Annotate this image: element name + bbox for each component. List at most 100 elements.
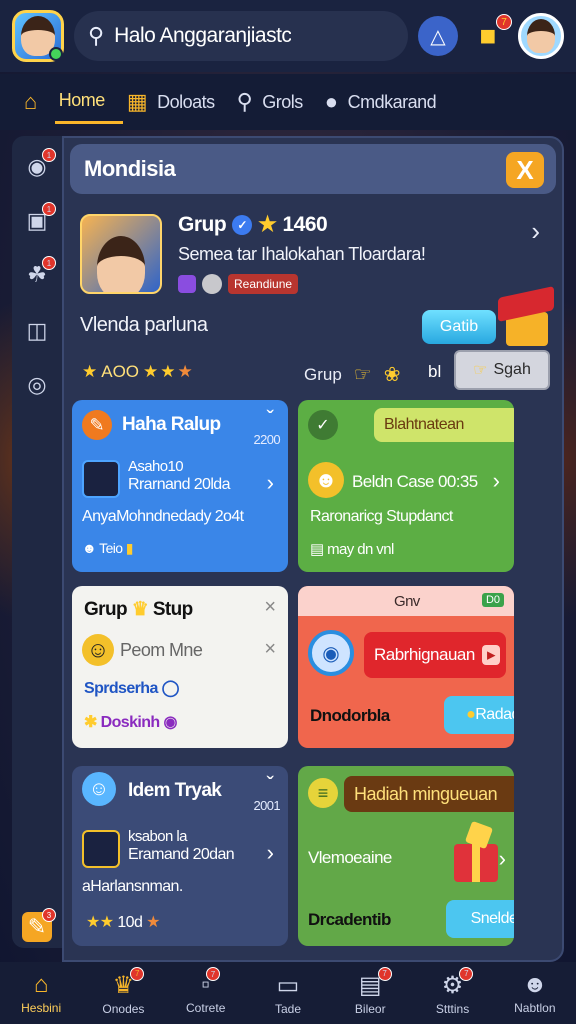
nav-nabtlon[interactable]: ☻ Nabtlon	[503, 971, 567, 1015]
nav-label: Stttins	[435, 1001, 470, 1016]
card-desc: aHarlansnman.	[82, 878, 183, 895]
close-icon[interactable]: ×	[264, 596, 276, 619]
close-icon[interactable]: ×	[264, 638, 276, 661]
nav-bileor[interactable]: ▤ 7 Bileor	[338, 966, 402, 1016]
chevron-right-icon[interactable]: ›	[267, 470, 274, 496]
nav-label: Nabtlon	[514, 1001, 556, 1015]
profile-avatar[interactable]	[518, 13, 564, 59]
red-card-button[interactable]: ● Radad	[444, 696, 514, 734]
card-line2: Eramand 20dan	[128, 846, 235, 863]
chevron-down-icon[interactable]: ˇ	[267, 406, 274, 432]
chevron-right-icon[interactable]: ›	[493, 468, 500, 494]
tab-doloats[interactable]: ▦ Doloats	[123, 80, 233, 124]
card-title-row: Grup ♛ Stup	[84, 598, 193, 621]
search-bar[interactable]: ⚲ Halo Anggaranjiastc	[74, 11, 408, 61]
star-icon: ★★	[86, 914, 118, 931]
close-button[interactable]: X	[506, 152, 544, 188]
nav-tade[interactable]: ▭ Tade	[256, 971, 320, 1016]
sidebar-badge: 1	[42, 256, 56, 270]
nav-label: Bileor	[354, 1001, 386, 1016]
home-icon: ⌂	[33, 971, 49, 998]
hand-icon: ☞	[473, 362, 488, 379]
sidebar-item-camera[interactable]: ◉ 1	[22, 148, 56, 182]
chevron-down-icon[interactable]: ˇ	[267, 772, 274, 798]
chevron-right-icon[interactable]: ›	[499, 846, 506, 872]
card-beldn-case[interactable]: ✓ Blahtnatean› ☻ Beldn Case 00:35 › Raro…	[298, 400, 514, 572]
sidebar-badge: 1	[42, 202, 56, 216]
red-pill-button[interactable]: Rabrhignauan ▸	[364, 632, 506, 678]
green-pill[interactable]: Blahtnatean›	[374, 408, 514, 442]
nav-onodes[interactable]: ♛ 7 Onodes	[91, 966, 155, 1016]
red-tag[interactable]: Reandiune	[228, 274, 299, 294]
verified-icon: ✓	[232, 214, 253, 235]
nav-badge: 7	[459, 966, 474, 981]
chat-icon: ▫ 7	[201, 967, 220, 999]
card-line1: Asaho10	[128, 458, 184, 475]
seg-label: bl	[428, 362, 442, 381]
sidebar-item-folder[interactable]: ▣ 1	[22, 202, 56, 236]
card-haha-ralup[interactable]: ✎ Haha Ralup ˇ 2200 Asaho10 Rrarnand 20l…	[72, 400, 288, 572]
group-name: Grup	[178, 212, 227, 236]
chevron-right-icon[interactable]: ›	[531, 216, 540, 247]
pill-label: Rabrhignauan	[374, 645, 475, 664]
sidebar-item-trash[interactable]: ◫	[22, 316, 52, 346]
bag-icon: ▦	[126, 89, 148, 114]
star-icon: ★	[143, 362, 159, 381]
hadiah-pill[interactable]: Hadiah mingueuan›	[344, 776, 514, 812]
card-rabrhignauan[interactable]: Gnv D0 ◉ Rabrhignauan ▸ Dnodorbla ● Radad	[298, 586, 514, 748]
card-foot: ▤ may dn vnl	[310, 540, 394, 558]
tablet-icon: ▭	[276, 971, 300, 999]
group-name-row: Grup ✓ ★ 1460	[178, 212, 328, 237]
card-foot: ☻ Teio ▮	[82, 540, 133, 557]
rating-row: ★ AOO ★ ★ ★	[82, 362, 193, 382]
card-link1[interactable]: Sprdserha ◯	[84, 678, 180, 698]
user-avatar[interactable]	[12, 10, 64, 62]
trash-icon: ◫	[26, 318, 48, 343]
tab-label: Home	[58, 90, 106, 110]
rating-num: AOO	[101, 362, 140, 381]
gift-icon: ■	[479, 20, 497, 51]
nav-stttins[interactable]: ⚙ 7 Stttins	[421, 966, 485, 1016]
tab-cmdkarand[interactable]: ● Cmdkarand	[321, 80, 454, 124]
search-text[interactable]: Halo Anggaranjiastc	[114, 24, 291, 48]
card-foot-icon: ☻	[82, 540, 100, 556]
card-grup-stup[interactable]: Grup ♛ Stup × ☺ Peom Mne × Sprdserha ◯ ✱…	[72, 586, 288, 748]
promo-text: Vlenda parluna	[80, 314, 208, 336]
nav-cotrete[interactable]: ▫ 7 Cotrete	[174, 967, 238, 1015]
pill-label: Hadiah mingueuan	[354, 783, 498, 804]
card-foot-label: Teio	[99, 540, 123, 556]
smile-icon: ☺	[82, 634, 114, 666]
card-idem-tryak[interactable]: ☺ Idem Tryak ˇ 2001 ksabon la Eramand 20…	[72, 766, 288, 946]
gift-button[interactable]: ■ 7	[468, 14, 512, 56]
sidebar-item-edit[interactable]: ✎ 3	[22, 908, 56, 942]
card-hadiah[interactable]: ≡ Hadiah mingueuan› Vlemoeaine › Drcaden…	[298, 766, 514, 946]
app-icon	[82, 460, 120, 498]
link1-label: Sprdserha	[84, 680, 158, 697]
lime-card-button[interactable]: Snelde	[446, 900, 514, 938]
nav-label: Tade	[274, 1001, 301, 1016]
get-button[interactable]: ☞ Sgah	[454, 350, 550, 390]
check-icon: ✓	[308, 410, 338, 440]
sidebar-item-record[interactable]: ◎	[22, 370, 52, 400]
profile-switch-button[interactable]: △	[418, 16, 458, 56]
chevron-right-icon[interactable]: ›	[267, 840, 274, 866]
nav-label: Cotrete	[186, 1001, 226, 1015]
play-icon: ▸	[481, 645, 500, 665]
shop-button[interactable]: Gatib	[422, 310, 496, 344]
tab-home[interactable]: Home	[54, 80, 123, 124]
tab-home-icon[interactable]: ⌂	[20, 80, 55, 124]
sidebar-item-paint[interactable]: ☘ 1	[22, 256, 56, 290]
nav-home[interactable]: ⌂ Hesbini	[9, 971, 73, 1015]
group-description: Semea tar Ihalokahan Tloardara!	[178, 244, 426, 264]
card-rating: ★★ 10d ★	[86, 912, 160, 932]
bottom-nav: ⌂ Hesbini ♛ 7 Onodes ▫ 7 Cotrete ▭ Tade ▤ 7 Bile…	[0, 962, 576, 1024]
info-icon: ◯	[161, 680, 180, 697]
coin-icon: ●	[466, 706, 476, 723]
tab-grols[interactable]: ⚲ Grols	[233, 80, 321, 124]
group-avatar[interactable]	[80, 214, 162, 294]
group-tags: Reandiune	[178, 274, 299, 294]
user-avatar-icon: ☺	[82, 772, 116, 806]
get-label: Sgah	[493, 361, 531, 378]
hand-icon: ☞	[353, 364, 372, 386]
card-link2[interactable]: ✱ Doskinh ◉	[84, 712, 177, 732]
